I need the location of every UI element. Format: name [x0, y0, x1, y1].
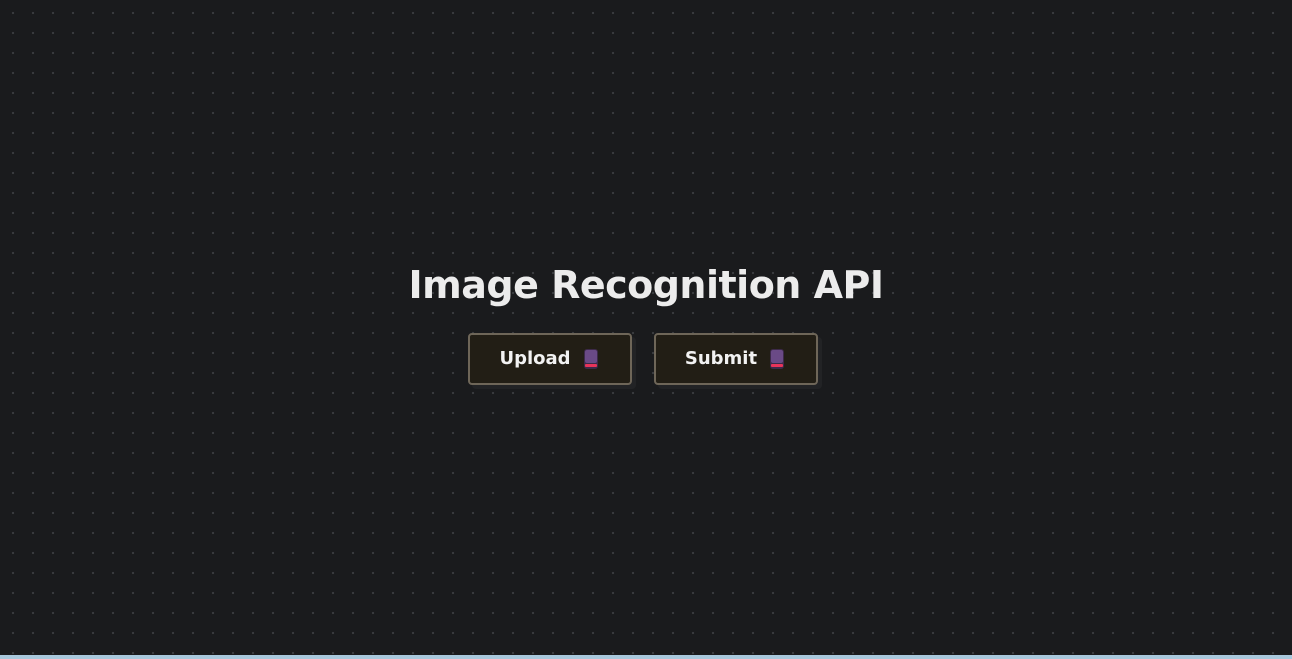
book-icon: [581, 348, 601, 370]
bottom-edge-bar: [0, 655, 1292, 659]
submit-button[interactable]: Submit: [654, 333, 818, 385]
page-title: Image Recognition API: [408, 263, 884, 308]
upload-button[interactable]: Upload: [468, 333, 632, 385]
book-icon: [767, 348, 787, 370]
submit-button-label: Submit: [684, 348, 758, 369]
upload-button-label: Upload: [499, 348, 571, 369]
